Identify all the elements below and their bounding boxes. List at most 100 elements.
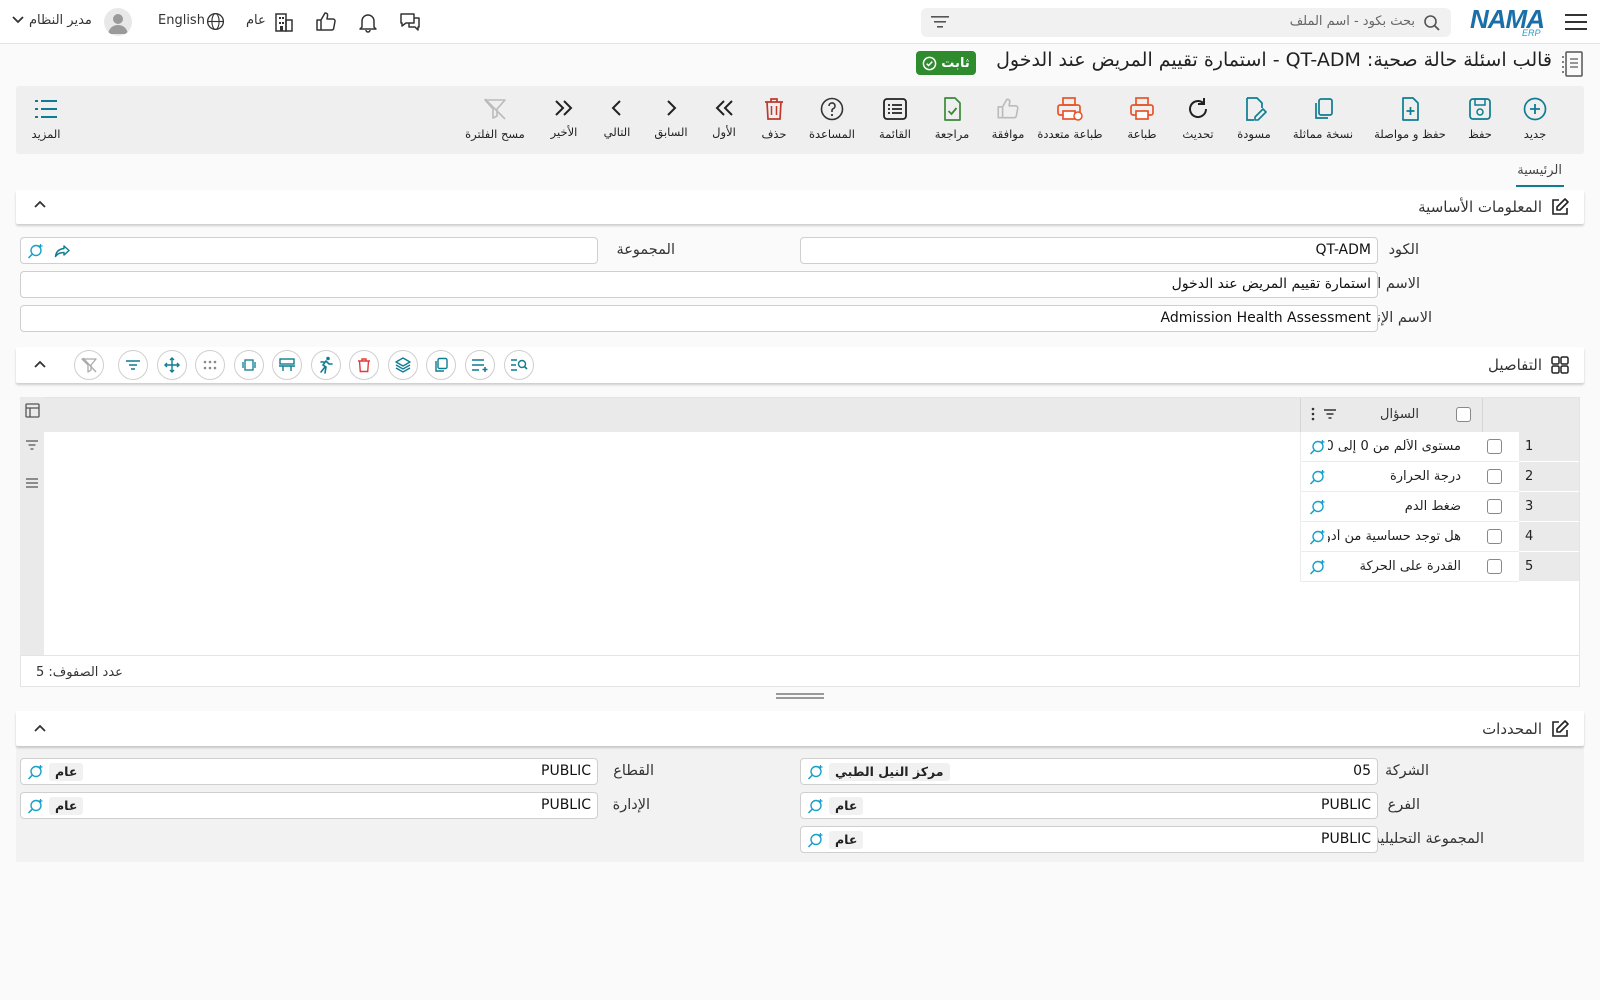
draft-button[interactable]: مسودة xyxy=(1230,86,1278,154)
share-icon[interactable] xyxy=(53,243,71,260)
chevron-up-icon[interactable] xyxy=(34,359,46,369)
basic-info-header[interactable]: المعلومات الأساسية xyxy=(16,190,1584,224)
table-settings-button[interactable] xyxy=(272,350,302,380)
globe-icon[interactable] xyxy=(206,12,225,31)
bell-icon[interactable] xyxy=(356,10,380,34)
duplicate-button[interactable]: نسخة مماثلة xyxy=(1288,86,1358,154)
print-button[interactable]: طباعة xyxy=(1118,86,1166,154)
grid-dots-button[interactable] xyxy=(195,350,225,380)
search-plus-icon[interactable] xyxy=(807,764,824,781)
frame-button[interactable] xyxy=(234,350,264,380)
list-button[interactable]: القائمة xyxy=(870,86,920,154)
move-button[interactable] xyxy=(157,350,187,380)
column-question-header[interactable]: السؤال xyxy=(1380,407,1419,422)
group-field[interactable] xyxy=(20,237,598,264)
company-field[interactable]: 05 مركز النيل الطبي xyxy=(800,758,1378,785)
branch-field[interactable]: PUBLIC عام xyxy=(800,792,1378,819)
layers-button[interactable] xyxy=(388,350,418,380)
resize-handle[interactable] xyxy=(776,692,824,699)
search-box[interactable]: بحث بكود - اسم الملف xyxy=(921,8,1451,37)
search-plus-icon[interactable] xyxy=(1309,439,1326,456)
filter-icon[interactable] xyxy=(1323,408,1337,420)
chat-icon[interactable] xyxy=(398,10,422,34)
tab-main[interactable]: الرئيسية xyxy=(1517,163,1562,178)
dimensions-header[interactable]: المحددات xyxy=(16,711,1584,746)
english-name-field[interactable]: Admission Health Assessment xyxy=(20,305,1378,332)
clear-grid-filter-button[interactable] xyxy=(74,350,104,380)
save-continue-button[interactable]: حفظ و مواصلة xyxy=(1368,86,1452,154)
sort-filter-button[interactable] xyxy=(118,350,148,380)
grid-search-button[interactable] xyxy=(504,350,534,380)
delete-row-button[interactable] xyxy=(349,350,379,380)
table-row[interactable]: القدرة على الحركة 5 xyxy=(1300,552,1579,582)
new-button[interactable]: جديد xyxy=(1510,86,1560,154)
table-row[interactable]: هل توجد حساسية من أدوية 4 xyxy=(1300,522,1579,552)
sector-field[interactable]: PUBLIC عام xyxy=(20,758,598,785)
question-cell[interactable]: القدرة على الحركة xyxy=(1359,559,1461,574)
review-button[interactable]: مراجعة xyxy=(928,86,976,154)
more-button[interactable]: المزيد xyxy=(24,86,68,154)
run-button[interactable] xyxy=(311,350,341,380)
code-field[interactable]: QT-ADM xyxy=(800,237,1378,264)
search-input[interactable]: بحث بكود - اسم الملف xyxy=(1290,14,1415,29)
search-plus-icon[interactable] xyxy=(27,243,44,260)
search-plus-icon[interactable] xyxy=(1309,559,1326,576)
search-plus-icon[interactable] xyxy=(1309,529,1326,546)
filter-lines-icon xyxy=(125,359,141,371)
copy-row-button[interactable] xyxy=(426,350,456,380)
chevron-up-icon[interactable] xyxy=(34,723,46,733)
nama-logo[interactable]: NAMA ERP xyxy=(1470,2,1552,40)
search-plus-icon[interactable] xyxy=(807,798,824,815)
multi-print-button[interactable]: طباعة متعددة xyxy=(1028,86,1112,154)
header-select-all-checkbox[interactable] xyxy=(1456,407,1471,422)
approve-button[interactable]: موافقة xyxy=(984,86,1032,154)
last-record-button[interactable]: الأخير xyxy=(542,86,586,154)
menu-lines-icon[interactable] xyxy=(25,477,39,489)
chevron-up-icon[interactable] xyxy=(34,199,46,209)
search-icon[interactable] xyxy=(1423,14,1441,32)
previous-record-button[interactable]: السابق xyxy=(648,86,694,154)
help-button[interactable]: المساعدة xyxy=(802,86,862,154)
search-plus-icon[interactable] xyxy=(27,764,44,781)
filter-icon[interactable] xyxy=(931,15,949,29)
search-plus-icon[interactable] xyxy=(1309,469,1326,486)
refresh-button[interactable]: تحديث xyxy=(1174,86,1222,154)
arabic-name-field[interactable]: استمارة تقييم المريض عند الدخول xyxy=(20,271,1378,298)
refresh-icon xyxy=(1185,96,1211,122)
columns-icon[interactable] xyxy=(25,403,40,418)
branch-selector-label[interactable]: عام xyxy=(246,13,266,28)
delete-button[interactable]: حذف xyxy=(752,86,796,154)
first-record-button[interactable]: الأول xyxy=(702,86,746,154)
menu-icon[interactable] xyxy=(1564,10,1588,34)
search-plus-icon[interactable] xyxy=(1309,499,1326,516)
row-checkbox[interactable] xyxy=(1487,559,1502,574)
company-label: الشركة xyxy=(1384,763,1429,779)
clear-filter-button[interactable]: مسح الفلترة xyxy=(462,86,528,154)
row-checkbox[interactable] xyxy=(1487,469,1502,484)
row-checkbox[interactable] xyxy=(1487,529,1502,544)
filter-lines-icon[interactable] xyxy=(25,439,39,451)
save-button[interactable]: حفظ xyxy=(1458,86,1502,154)
table-row[interactable]: ضغط الدم 3 xyxy=(1300,492,1579,522)
add-row-button[interactable] xyxy=(465,350,495,380)
question-cell[interactable]: درجة الحرارة xyxy=(1390,469,1461,484)
department-field[interactable]: PUBLIC عام xyxy=(20,792,598,819)
more-vertical-icon[interactable] xyxy=(1311,407,1315,421)
building-icon[interactable] xyxy=(274,11,294,33)
language-switch[interactable]: English xyxy=(158,13,205,28)
table-row[interactable]: درجة الحرارة 2 xyxy=(1300,462,1579,492)
avatar[interactable] xyxy=(104,8,132,36)
user-name[interactable]: مدير النظام xyxy=(29,13,92,28)
search-plus-icon[interactable] xyxy=(27,798,44,815)
thumbs-up-icon[interactable] xyxy=(314,10,338,34)
question-cell[interactable]: مستوى الألم من 0 إلى 10 xyxy=(1328,439,1461,454)
row-checkbox[interactable] xyxy=(1487,499,1502,514)
next-record-button[interactable]: التالي xyxy=(594,86,640,154)
table-row[interactable]: مستوى الألم من 0 إلى 10 1 xyxy=(1300,432,1579,462)
chevron-down-icon[interactable] xyxy=(12,16,24,24)
question-cell[interactable]: هل توجد حساسية من أدوية xyxy=(1328,529,1461,544)
search-plus-icon[interactable] xyxy=(807,832,824,849)
row-checkbox[interactable] xyxy=(1487,439,1502,454)
analysis-group-field[interactable]: PUBLIC عام xyxy=(800,826,1378,853)
question-cell[interactable]: ضغط الدم xyxy=(1405,499,1461,514)
